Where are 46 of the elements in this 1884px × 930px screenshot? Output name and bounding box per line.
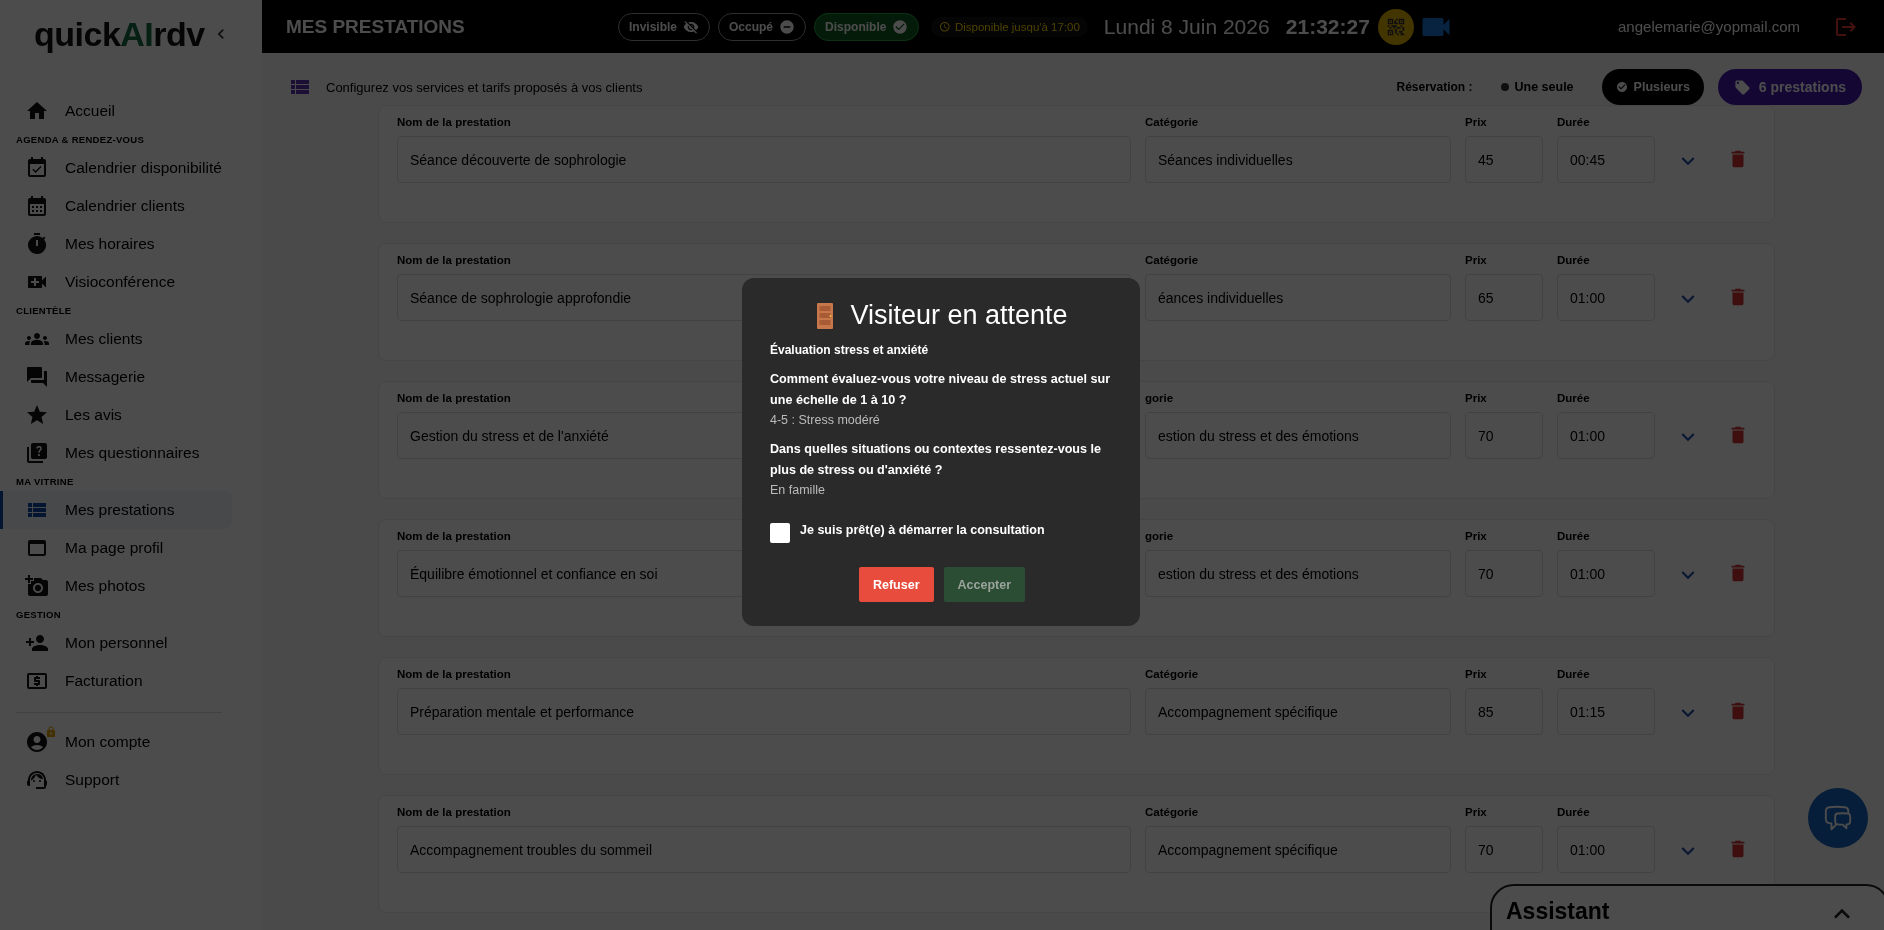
field-label: Nom de la prestation bbox=[397, 530, 511, 544]
current-time: 21:32:27 bbox=[1285, 14, 1371, 39]
field-label: Catégorie bbox=[1145, 806, 1199, 820]
questionnaire-title: Évaluation stress et anxiété bbox=[770, 343, 930, 357]
field-label: Catégorie bbox=[1145, 668, 1199, 682]
page-description: Configurez vos services et tarifs proposés à vos clients bbox=[326, 79, 643, 95]
question-text: Comment évaluez-vous votre niveau de stress actuel sur une échelle de 1 à 10 ? bbox=[770, 371, 1112, 409]
field-label: Durée bbox=[1557, 806, 1590, 820]
checkbox-label: Je suis prêt(e) à démarrer la consultation bbox=[800, 523, 1045, 537]
field-label: Durée bbox=[1557, 254, 1590, 268]
logo: quickAIrdv bbox=[34, 14, 205, 54]
field-label: Durée bbox=[1557, 668, 1590, 682]
user-email: angelemarie@yopmail.com bbox=[1618, 18, 1800, 35]
current-date: Lundi 8 Juin 2026 bbox=[1103, 14, 1271, 39]
ready-checkbox[interactable] bbox=[770, 523, 790, 543]
field-label: Prix bbox=[1465, 116, 1487, 130]
field-label: Prix bbox=[1465, 254, 1487, 268]
page-title: MES PRESTATIONS bbox=[286, 15, 466, 38]
field-label: Prix bbox=[1465, 530, 1487, 544]
door-icon bbox=[816, 301, 835, 330]
field-label: Prix bbox=[1465, 392, 1487, 406]
section-heading: MA VITRINE bbox=[15, 475, 75, 489]
field-label: Prix bbox=[1465, 668, 1487, 682]
field-label: Durée bbox=[1557, 392, 1590, 406]
refuse-button[interactable]: Refuser bbox=[858, 567, 934, 602]
assistant-title: Assistant bbox=[1506, 898, 1610, 925]
section-heading: AGENDA & RENDEZ-VOUS bbox=[15, 133, 146, 147]
field-label: Durée bbox=[1557, 116, 1590, 130]
field-label: gorie bbox=[1145, 392, 1174, 406]
field-label: Catégorie bbox=[1145, 116, 1199, 130]
field-label: Prix bbox=[1465, 806, 1487, 820]
section-heading: CLIENTÈLE bbox=[15, 304, 73, 318]
field-label: Nom de la prestation bbox=[397, 392, 511, 406]
dialog-title: Visiteur en attente bbox=[850, 300, 1068, 331]
field-label: Nom de la prestation bbox=[397, 254, 511, 268]
section-heading: GESTION bbox=[15, 608, 62, 622]
field-label: Nom de la prestation bbox=[397, 116, 511, 130]
field-label: Catégorie bbox=[1145, 254, 1199, 268]
field-label: Durée bbox=[1557, 530, 1590, 544]
answer-text: En famille bbox=[770, 482, 826, 499]
field-label: gorie bbox=[1145, 530, 1174, 544]
field-label: Nom de la prestation bbox=[397, 806, 511, 820]
field-label: Nom de la prestation bbox=[397, 668, 511, 682]
question-text: Dans quelles situations ou contextes ressentez-vous le plus de stress ou d'anxiété ? bbox=[770, 441, 1103, 479]
reservation-label: Réservation : bbox=[1396, 80, 1473, 94]
answer-text: 4-5 : Stress modéré bbox=[770, 412, 881, 429]
